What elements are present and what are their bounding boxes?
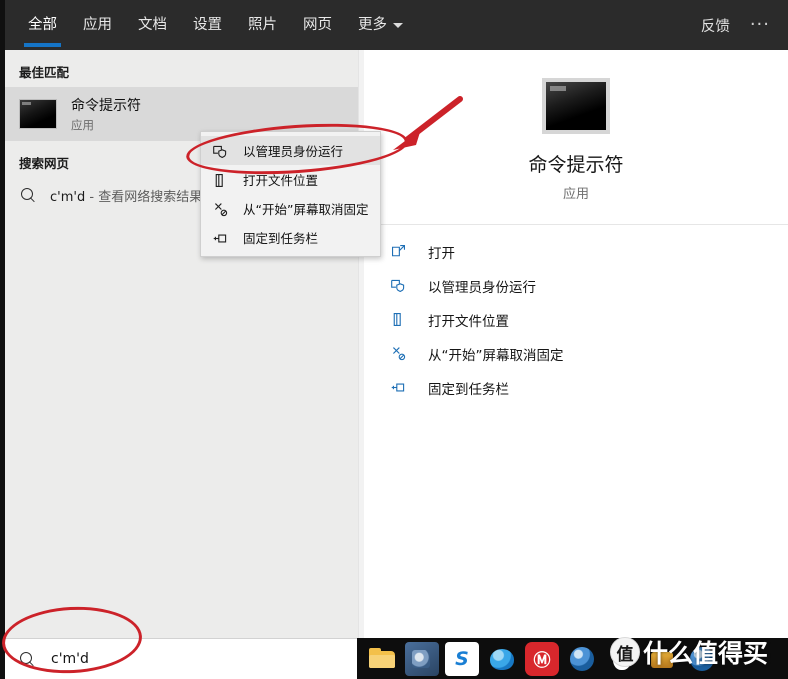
open-icon: [390, 243, 412, 261]
ctx-run-as-administrator-label: 以管理员身份运行: [243, 144, 344, 159]
taskbar-game[interactable]: [645, 642, 679, 676]
tab-web-label: 网页: [303, 16, 332, 33]
pin-taskbar-icon: [390, 379, 412, 397]
action-open-label: 打开: [428, 246, 455, 262]
action-open-file-location-label: 打开文件位置: [428, 314, 509, 330]
search-filter-tabs: 全部 应用 文档 设置 照片 网页 更多: [5, 0, 416, 50]
search-input[interactable]: c'm'd: [51, 651, 89, 667]
tab-photos[interactable]: 照片: [235, 0, 290, 50]
feedback-button[interactable]: 反馈: [701, 15, 730, 36]
ctx-unpin-from-start-label: 从“开始”屏幕取消固定: [243, 202, 369, 217]
best-match-type: 应用: [71, 118, 94, 132]
unpin-icon: [390, 345, 412, 363]
pin-taskbar-icon: [212, 230, 230, 246]
preview-pane: 命令提示符 应用 打开以管理员身份运行 打开文件位置从“开始”屏幕取消固定 固定到任…: [364, 50, 788, 638]
tab-more[interactable]: 更多: [345, 0, 416, 50]
taskbar-search-box[interactable]: c'm'd: [5, 638, 357, 679]
action-pin-to-taskbar-label: 固定到任务栏: [428, 382, 509, 398]
folder-open-icon: [212, 172, 230, 188]
web-search-description: 查看网络搜索结果: [98, 189, 203, 205]
tab-apps[interactable]: 应用: [70, 0, 125, 50]
ctx-open-file-location-label: 打开文件位置: [243, 173, 319, 188]
screenshot-root: 全部 应用 文档 设置 照片 网页 更多 反馈 ··· 最佳匹配 命令提示符 应用 搜索网页…: [0, 0, 788, 679]
header-right-controls: 反馈 ···: [701, 0, 788, 50]
tab-all[interactable]: 全部: [15, 0, 70, 50]
shield-admin-icon: [212, 143, 230, 159]
preview-title: 命令提示符: [528, 154, 624, 176]
folder-open-icon: [390, 311, 412, 329]
overflow-menu-icon[interactable]: ···: [750, 16, 770, 34]
taskbar: S Ⓜ: [357, 638, 788, 679]
taskbar-photos[interactable]: [405, 641, 439, 676]
action-run-as-administrator-label: 以管理员身份运行: [428, 280, 536, 296]
ctx-open-file-location[interactable]: 打开文件位置: [201, 165, 380, 194]
taskbar-netease-music-label: Ⓜ: [533, 651, 551, 671]
web-search-separator: -: [85, 189, 99, 205]
tab-web[interactable]: 网页: [290, 0, 345, 50]
tab-all-label: 全部: [28, 16, 57, 33]
command-prompt-icon: [19, 99, 57, 129]
action-run-as-administrator[interactable]: 以管理员身份运行: [390, 269, 788, 303]
taskbar-globe[interactable]: [565, 642, 599, 676]
web-search-text: c'm'd - 查看网络搜索结果: [50, 186, 202, 205]
search-icon: [20, 651, 35, 667]
ctx-run-as-administrator[interactable]: 以管理员身份运行: [201, 136, 380, 165]
tab-documents[interactable]: 文档: [125, 0, 180, 50]
ctx-pin-to-taskbar-label: 固定到任务栏: [243, 231, 319, 246]
ctx-pin-to-taskbar[interactable]: 固定到任务栏: [201, 223, 380, 252]
ctx-unpin-from-start[interactable]: 从“开始”屏幕取消固定: [201, 194, 380, 223]
best-match-text: 命令提示符 应用: [71, 95, 141, 133]
search-header: 全部 应用 文档 设置 照片 网页 更多 反馈 ···: [5, 0, 788, 50]
taskbar-file-explorer[interactable]: [365, 642, 399, 676]
action-unpin-from-start[interactable]: 从“开始”屏幕取消固定: [390, 337, 788, 371]
search-icon: [21, 187, 36, 203]
tab-settings-label: 设置: [193, 16, 222, 33]
taskbar-netease-music[interactable]: Ⓜ: [525, 641, 559, 676]
web-search-query: c'm'd: [50, 189, 86, 205]
preview-card: 命令提示符 应用: [364, 50, 788, 225]
best-match-name: 命令提示符: [71, 98, 141, 114]
taskbar-sogou[interactable]: S: [445, 641, 479, 676]
action-unpin-from-start-label: 从“开始”屏幕取消固定: [428, 348, 564, 364]
taskbar-browser[interactable]: [685, 642, 719, 676]
tab-apps-label: 应用: [83, 16, 112, 33]
action-pin-to-taskbar[interactable]: 固定到任务栏: [390, 371, 788, 405]
taskbar-blue-app[interactable]: [485, 642, 519, 676]
unpin-icon: [212, 201, 230, 217]
tab-settings[interactable]: 设置: [180, 0, 235, 50]
taskbar-sogou-label: S: [455, 647, 469, 670]
taskbar-qq[interactable]: [605, 642, 639, 676]
context-menu: 以管理员身份运行 打开文件位置从“开始”屏幕取消固定 固定到任务栏: [200, 131, 381, 257]
shield-admin-icon: [390, 277, 412, 295]
folder-front: [369, 654, 395, 668]
tab-photos-label: 照片: [248, 16, 277, 33]
tab-more-label: 更多: [358, 16, 387, 33]
chevron-down-icon: [393, 22, 403, 28]
action-open-file-location[interactable]: 打开文件位置: [390, 303, 788, 337]
command-prompt-icon: [542, 78, 610, 134]
preview-subtitle: 应用: [562, 187, 589, 202]
preview-actions-list: 打开以管理员身份运行 打开文件位置从“开始”屏幕取消固定 固定到任务栏: [364, 225, 788, 405]
action-open[interactable]: 打开: [390, 235, 788, 269]
best-match-heading: 最佳匹配: [19, 65, 70, 80]
tab-documents-label: 文档: [138, 16, 167, 33]
windows-search-flyout: 全部 应用 文档 设置 照片 网页 更多 反馈 ··· 最佳匹配 命令提示符 应用 搜索网页…: [5, 0, 788, 638]
